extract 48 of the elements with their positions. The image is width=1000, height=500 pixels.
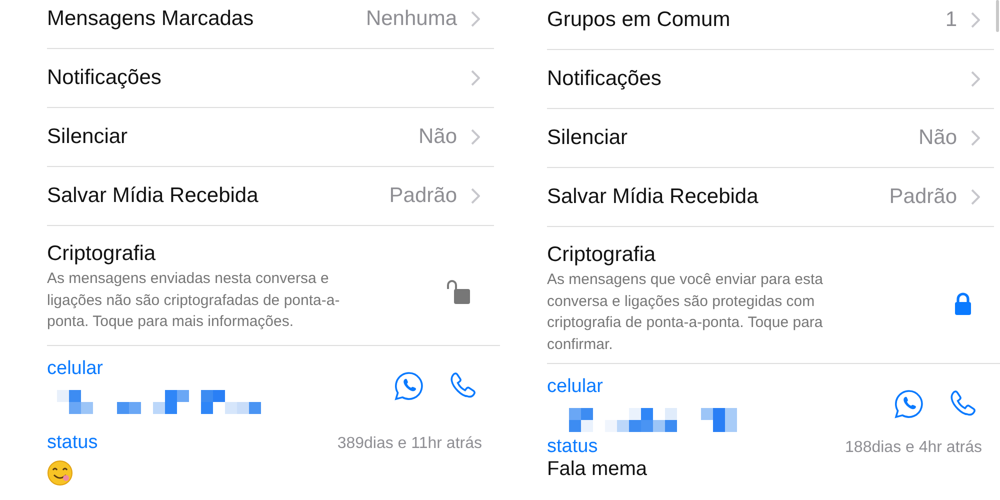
encryption-description: As mensagens que você enviar para esta conversa e ligações são protegidas com criptografia de ponta-a-ponta. Toque para confirmar. — [547, 270, 824, 354]
encryption-row[interactable]: Criptografia As mensagens que você enviar para esta conversa e ligações são protegidas com criptografia de ponta-a-ponta. Toque para confirmar. — [547, 227, 1000, 364]
whatsapp-call-icon[interactable] — [894, 389, 924, 419]
row-label: Silenciar — [47, 125, 128, 149]
encryption-title: Criptografia — [547, 243, 657, 267]
settings-row[interactable]: Notificações — [547, 50, 994, 109]
settings-row[interactable]: Silenciar Não — [47, 108, 494, 167]
smiling-face-icon — [47, 460, 73, 486]
phone-call-icon[interactable] — [448, 370, 478, 400]
row-value: Padrão — [389, 184, 457, 208]
row-label: Notificações — [47, 66, 162, 90]
settings-row[interactable]: Notificações — [47, 49, 494, 108]
chevron-right-icon — [471, 70, 480, 86]
phone-label: celular — [47, 358, 104, 380]
row-label: Grupos em Comum — [547, 8, 730, 32]
status-time: 188dias e 4hr atrás — [845, 439, 982, 457]
status-label: status — [547, 436, 598, 458]
settings-row[interactable]: Grupos em Comum 1 — [547, 0, 994, 50]
settings-row[interactable]: Salvar Mídia Recebida Padrão — [547, 168, 994, 227]
row-value: Não — [918, 126, 957, 150]
row-label: Silenciar — [547, 126, 628, 150]
chevron-right-icon — [471, 11, 480, 27]
row-label: Salvar Mídia Recebida — [47, 184, 258, 208]
row-label: Mensagens Marcadas — [47, 7, 254, 31]
settings-row[interactable]: Salvar Mídia Recebida Padrão — [47, 167, 494, 226]
encryption-row[interactable]: Criptografia As mensagens enviadas nesta conversa e ligações não são criptografadas de ponta-a-ponta. Toque para mais informações. — [47, 226, 500, 346]
chevron-right-icon — [971, 130, 980, 146]
chevron-right-icon — [471, 129, 480, 145]
chevron-right-icon — [971, 71, 980, 87]
scroll-indicator — [996, 0, 999, 32]
encryption-title: Criptografia — [47, 242, 157, 266]
status-time: 389dias e 11hr atrás — [337, 434, 482, 452]
row-value: Não — [418, 125, 457, 149]
status-label: status — [47, 432, 98, 454]
row-value: Nenhuma — [366, 7, 457, 31]
settings-row[interactable]: Mensagens Marcadas Nenhuma — [47, 0, 494, 49]
row-label: Salvar Mídia Recebida — [547, 185, 758, 209]
chevron-right-icon — [971, 189, 980, 205]
whatsapp-call-icon[interactable] — [394, 370, 424, 400]
row-value: 1 — [945, 8, 957, 32]
row-label: Notificações — [547, 67, 662, 91]
phone-label: celular — [547, 376, 604, 398]
encryption-description: As mensagens enviadas nesta conversa e ligações não são criptografadas de ponta-a-ponta. Toque para mais informações. — [47, 269, 341, 332]
chevron-right-icon — [471, 188, 480, 204]
chevron-right-icon — [971, 12, 980, 28]
settings-row[interactable]: Silenciar Não — [547, 109, 994, 168]
row-value: Padrão — [889, 185, 957, 209]
status-text: Fala mema — [547, 458, 648, 480]
